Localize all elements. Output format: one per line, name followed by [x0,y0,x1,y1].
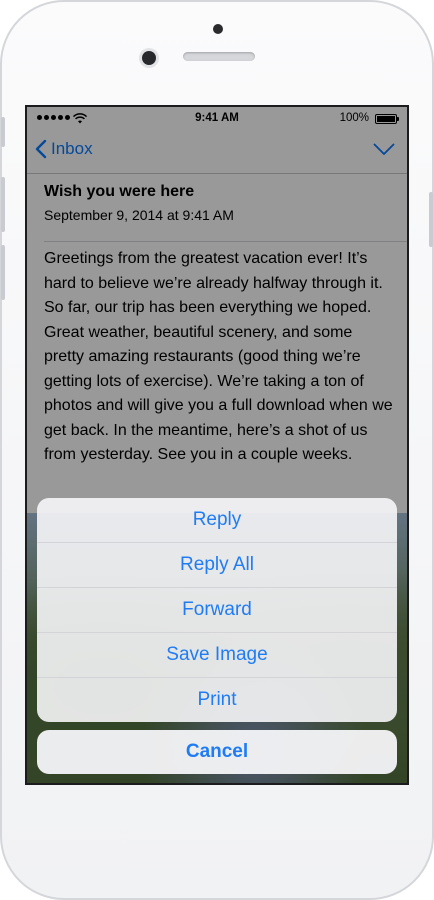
save-image-button[interactable]: Save Image [37,633,397,678]
cancel-group: Cancel [37,730,397,774]
power-button [429,192,433,247]
action-sheet-options: Reply Reply All Forward Save Image Print [37,498,397,722]
reply-all-button[interactable]: Reply All [37,543,397,588]
reply-button[interactable]: Reply [37,498,397,543]
screen: 9:41 AM 100% Inbox Wish you were here Se… [25,105,409,785]
proximity-sensor [213,24,223,34]
front-camera [142,51,156,65]
action-sheet: Reply Reply All Forward Save Image Print… [37,498,397,774]
earpiece-speaker [183,52,255,61]
print-button[interactable]: Print [37,678,397,722]
forward-button[interactable]: Forward [37,588,397,633]
volume-down-button [1,245,5,300]
volume-up-button [1,177,5,232]
cancel-button[interactable]: Cancel [37,730,397,774]
mute-switch [1,117,5,147]
